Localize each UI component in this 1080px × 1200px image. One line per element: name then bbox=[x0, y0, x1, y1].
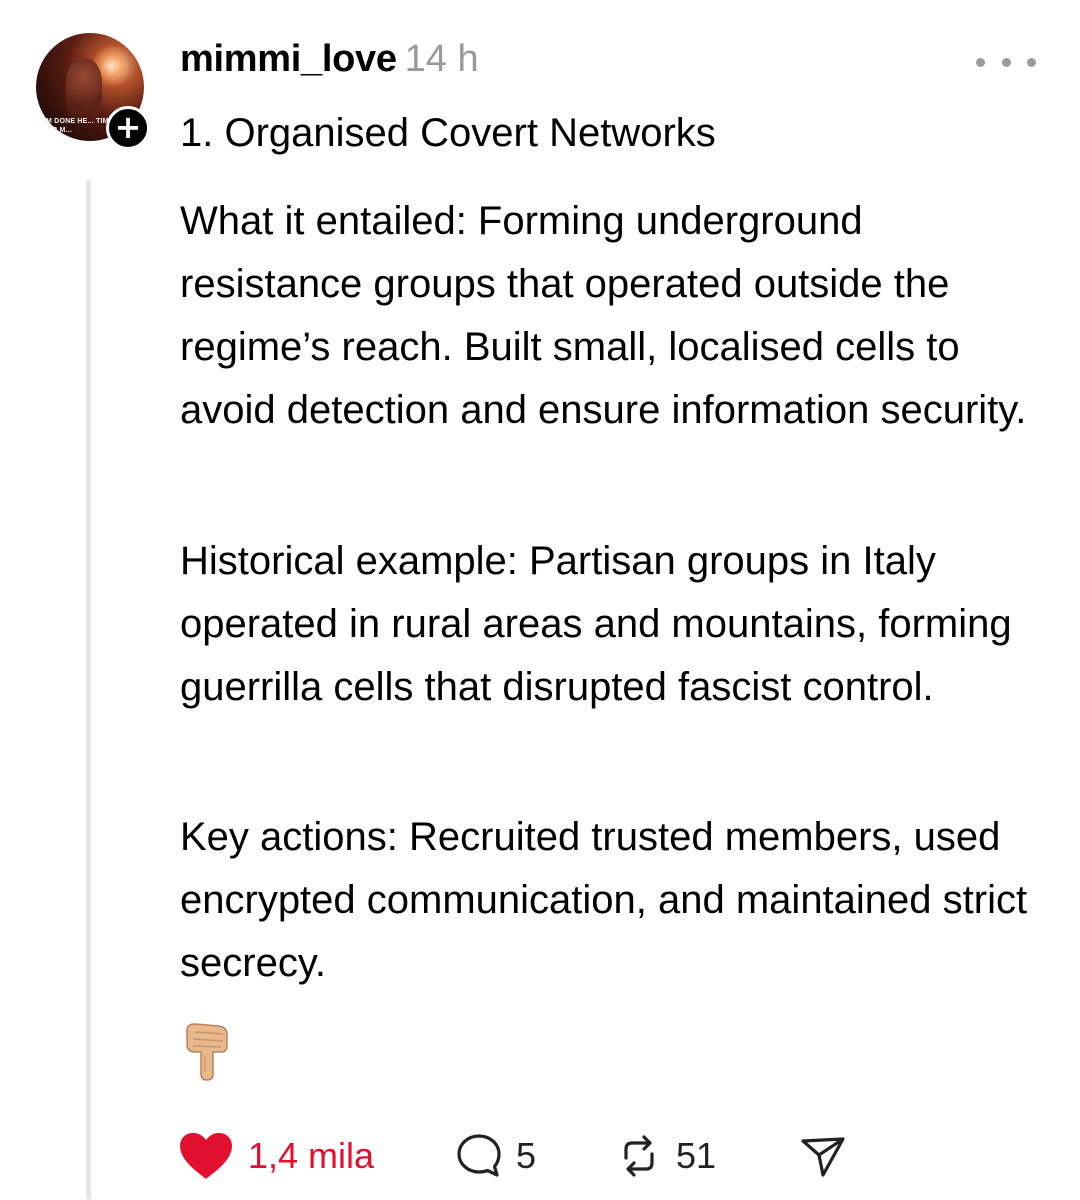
post-paragraph: Historical example: Partisan groups in I… bbox=[180, 539, 1012, 709]
more-options-button[interactable] bbox=[976, 50, 1036, 74]
thread-line bbox=[86, 180, 91, 1200]
username[interactable]: mimmi_love bbox=[180, 38, 397, 80]
follow-button[interactable]: + bbox=[106, 106, 150, 150]
repost-icon bbox=[624, 1135, 654, 1177]
post-paragraph: What it entailed: Forming underground re… bbox=[180, 199, 1027, 432]
more-dot-icon bbox=[976, 57, 985, 67]
like-count: 1,4 mila bbox=[248, 1135, 375, 1176]
share-button[interactable] bbox=[798, 1126, 848, 1186]
repost-count: 51 bbox=[676, 1135, 717, 1176]
reply-button[interactable]: 5 bbox=[454, 1126, 536, 1186]
more-dot-icon bbox=[1027, 57, 1036, 67]
like-button[interactable]: 1,4 mila bbox=[178, 1126, 374, 1186]
avatar-figure bbox=[66, 59, 102, 119]
more-dot-icon bbox=[1001, 57, 1011, 67]
heart-icon bbox=[180, 1133, 232, 1179]
timestamp: 14 h bbox=[404, 38, 479, 80]
action-bar: 1,4 mila 5 51 bbox=[178, 1126, 1058, 1186]
reply-count: 5 bbox=[516, 1135, 537, 1176]
post-heading: 1. Organised Covert Networks bbox=[180, 111, 716, 155]
pointing-down-hand-icon bbox=[183, 1022, 233, 1082]
plus-icon: + bbox=[114, 108, 142, 146]
post-header: mimmi_love 14 h bbox=[180, 38, 479, 88]
send-icon bbox=[801, 1137, 845, 1177]
repost-button[interactable]: 51 bbox=[614, 1126, 716, 1186]
comment-icon bbox=[457, 1134, 501, 1177]
post-paragraph: Key actions: Recruited trusted members, … bbox=[180, 815, 1028, 985]
